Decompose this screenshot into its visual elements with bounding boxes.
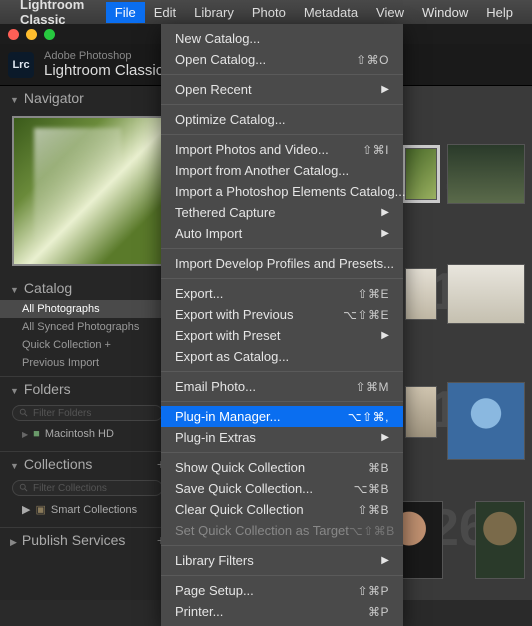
menu-item-export[interactable]: Export...⇧⌘E bbox=[161, 283, 403, 304]
left-panel: ▼Navigator ▼Catalog All PhotographsAll S… bbox=[0, 86, 175, 600]
grid-thumbnail[interactable] bbox=[447, 382, 525, 460]
submenu-arrow-icon: ▶ bbox=[381, 432, 389, 443]
menu-item-show-quick-collection[interactable]: Show Quick Collection⌘B bbox=[161, 457, 403, 478]
menu-separator bbox=[161, 74, 403, 75]
catalog-item[interactable]: All Synced Photographs bbox=[0, 318, 175, 336]
menubar-item-file[interactable]: File bbox=[106, 2, 145, 23]
submenu-arrow-icon: ▶ bbox=[381, 228, 389, 239]
menubar-item-help[interactable]: Help bbox=[477, 2, 522, 23]
menu-item-tethered-capture[interactable]: Tethered Capture▶ bbox=[161, 202, 403, 223]
catalog-item[interactable]: All Photographs bbox=[0, 300, 175, 318]
menu-item-library-filters[interactable]: Library Filters▶ bbox=[161, 550, 403, 571]
close-window-icon[interactable] bbox=[8, 29, 19, 40]
lightroom-logo-icon: Lrc bbox=[8, 52, 34, 78]
disclosure-triangle-icon: ▼ bbox=[10, 95, 19, 105]
menu-item-import-photos-and-video[interactable]: Import Photos and Video...⇧⌘I bbox=[161, 139, 403, 160]
menu-item-email-photo[interactable]: Email Photo...⇧⌘M bbox=[161, 376, 403, 397]
menubar-item-photo[interactable]: Photo bbox=[243, 2, 295, 23]
submenu-arrow-icon: ▶ bbox=[381, 555, 389, 566]
menu-separator bbox=[161, 452, 403, 453]
menu-item-auto-import[interactable]: Auto Import▶ bbox=[161, 223, 403, 244]
menu-item-import-develop-profiles-and-presets[interactable]: Import Develop Profiles and Presets... bbox=[161, 253, 403, 274]
filter-folders-input[interactable]: Filter Folders bbox=[12, 405, 163, 421]
menu-item-save-quick-collection[interactable]: Save Quick Collection...⌥⌘B bbox=[161, 478, 403, 499]
collections-header[interactable]: ▼Collections + bbox=[0, 451, 175, 476]
navigator-header[interactable]: ▼Navigator bbox=[0, 86, 175, 110]
menubar-item-library[interactable]: Library bbox=[185, 2, 243, 23]
smart-collections-item[interactable]: ▶ ▣ Smart Collections bbox=[0, 500, 175, 519]
disclosure-triangle-icon: ▼ bbox=[10, 386, 19, 396]
menu-item-open-recent[interactable]: Open Recent▶ bbox=[161, 79, 403, 100]
menu-separator bbox=[161, 248, 403, 249]
menu-separator bbox=[161, 575, 403, 576]
submenu-arrow-icon: ▶ bbox=[381, 84, 389, 95]
submenu-arrow-icon: ▶ bbox=[381, 207, 389, 218]
menu-separator bbox=[161, 371, 403, 372]
folder-root[interactable]: ▶ ■ Macintosh HD bbox=[0, 425, 175, 443]
menu-item-import-from-another-catalog[interactable]: Import from Another Catalog... bbox=[161, 160, 403, 181]
disclosure-triangle-icon: ▶ bbox=[10, 537, 17, 547]
menu-item-page-setup[interactable]: Page Setup...⇧⌘P bbox=[161, 580, 403, 601]
menu-item-plug-in-manager[interactable]: Plug-in Manager...⌥⇧⌘, bbox=[161, 406, 403, 427]
search-icon bbox=[19, 408, 29, 418]
mac-menubar: Lightroom Classic FileEditLibraryPhotoMe… bbox=[0, 0, 532, 24]
menu-item-set-quick-collection-as-target: Set Quick Collection as Target⌥⇧⌘B bbox=[161, 520, 403, 541]
disclosure-triangle-icon: ▼ bbox=[10, 461, 19, 471]
menu-separator bbox=[161, 278, 403, 279]
menu-item-clear-quick-collection[interactable]: Clear Quick Collection⇧⌘B bbox=[161, 499, 403, 520]
menu-item-import-a-photoshop-elements-catalog[interactable]: Import a Photoshop Elements Catalog... bbox=[161, 181, 403, 202]
filter-collections-input[interactable]: Filter Collections bbox=[12, 480, 163, 496]
submenu-arrow-icon: ▶ bbox=[381, 330, 389, 341]
grid-thumbnail[interactable] bbox=[405, 148, 437, 200]
disclosure-triangle-icon: ▶ bbox=[22, 503, 30, 516]
grid-thumbnail[interactable] bbox=[475, 501, 525, 579]
app-header-title: Lightroom Classic bbox=[44, 62, 163, 79]
menu-separator bbox=[161, 104, 403, 105]
file-menu-dropdown: New Catalog...Open Catalog...⇧⌘O Open Rec… bbox=[161, 24, 403, 626]
grid-thumbnail[interactable] bbox=[405, 386, 437, 438]
minimize-window-icon[interactable] bbox=[26, 29, 37, 40]
menu-item-plug-in-extras[interactable]: Plug-in Extras▶ bbox=[161, 427, 403, 448]
catalog-item[interactable]: Previous Import bbox=[0, 354, 175, 372]
menubar-item-edit[interactable]: Edit bbox=[145, 2, 185, 23]
menubar-app-title[interactable]: Lightroom Classic bbox=[20, 0, 92, 27]
menubar-item-metadata[interactable]: Metadata bbox=[295, 2, 367, 23]
catalog-header[interactable]: ▼Catalog bbox=[0, 276, 175, 300]
menubar-item-view[interactable]: View bbox=[367, 2, 413, 23]
grid-thumbnail[interactable] bbox=[447, 264, 525, 324]
menu-item-printer[interactable]: Printer...⌘P bbox=[161, 601, 403, 622]
folders-header[interactable]: ▼Folders bbox=[0, 376, 175, 401]
app-header-subtitle: Adobe Photoshop bbox=[44, 50, 163, 62]
menubar-item-window[interactable]: Window bbox=[413, 2, 477, 23]
grid-thumbnail[interactable] bbox=[405, 268, 437, 320]
grid-thumbnail[interactable] bbox=[447, 144, 525, 204]
menu-item-open-catalog[interactable]: Open Catalog...⇧⌘O bbox=[161, 49, 403, 70]
disclosure-triangle-icon: ▼ bbox=[10, 285, 19, 295]
publish-services-header[interactable]: ▶Publish Services + bbox=[0, 527, 175, 552]
menu-separator bbox=[161, 134, 403, 135]
catalog-item[interactable]: Quick Collection + bbox=[0, 336, 175, 354]
menu-item-export-with-preset[interactable]: Export with Preset▶ bbox=[161, 325, 403, 346]
menu-item-export-as-catalog[interactable]: Export as Catalog... bbox=[161, 346, 403, 367]
menu-item-optimize-catalog[interactable]: Optimize Catalog... bbox=[161, 109, 403, 130]
menu-item-new-catalog[interactable]: New Catalog... bbox=[161, 28, 403, 49]
zoom-window-icon[interactable] bbox=[44, 29, 55, 40]
navigator-preview[interactable] bbox=[12, 116, 163, 266]
menu-item-export-with-previous[interactable]: Export with Previous⌥⇧⌘E bbox=[161, 304, 403, 325]
disclosure-triangle-icon: ▶ bbox=[22, 430, 28, 439]
menu-separator bbox=[161, 401, 403, 402]
menu-separator bbox=[161, 545, 403, 546]
search-icon bbox=[19, 483, 29, 493]
